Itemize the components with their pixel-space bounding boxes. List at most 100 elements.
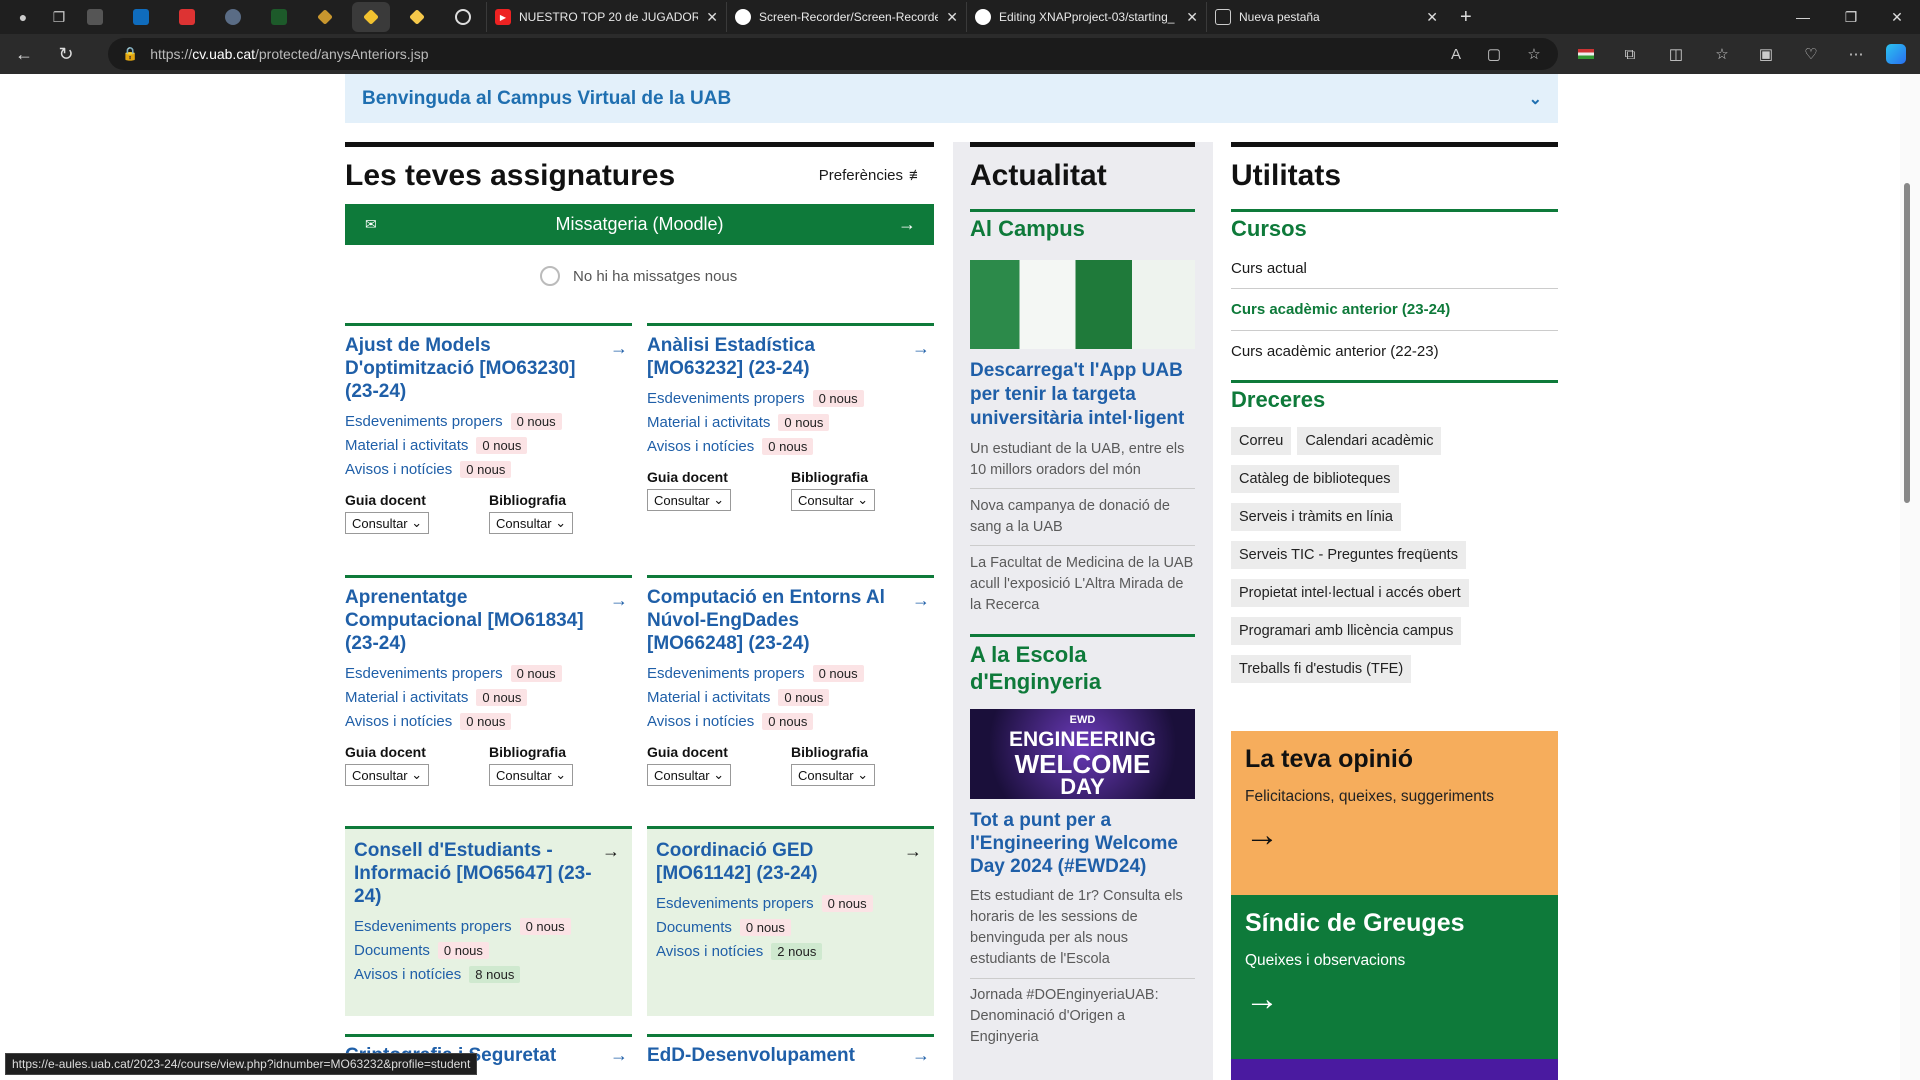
bibliografia-dropdown[interactable]: Consultar ⌄ (791, 489, 876, 511)
course-news[interactable]: Avisos i notícies 2 nous (656, 943, 926, 960)
close-icon[interactable]: ✕ (706, 9, 718, 26)
course-card-info[interactable]: Coordinació GED [MO61142] (23-24) → Esde… (647, 826, 934, 1016)
course-card[interactable]: Anàlisi Estadística [MO63232] (23-24) → E… (647, 323, 934, 511)
previous-course-22-23-link[interactable]: Curs acadèmic anterior (22-23) (1231, 331, 1558, 360)
news-item[interactable]: Un estudiant de la UAB, entre els 10 mil… (970, 439, 1195, 489)
course-material[interactable]: Material i activitats 0 nous (647, 414, 934, 431)
moodle-messaging-button[interactable]: ✉ Missatgeria (Moodle) → (345, 204, 934, 245)
course-title[interactable]: EdD-Desenvolupament (647, 1044, 897, 1067)
news-item[interactable]: Ets estudiant de 1r? Consulta els horari… (970, 886, 1195, 979)
course-title[interactable]: Computació en Entorns Al Núvol-EngDades … (647, 586, 897, 655)
course-card[interactable]: EdD-Desenvolupament → (647, 1034, 934, 1067)
course-card-info[interactable]: Consell d'Estudiants - Informació [MO656… (345, 826, 632, 1016)
course-events[interactable]: Esdeveniments propers 0 nous (345, 665, 632, 682)
news-item[interactable]: Nova campanya de donació de sang a la UA… (970, 489, 1195, 546)
arrow-right-icon[interactable]: → (602, 841, 620, 862)
shortcut-calendar[interactable]: Calendari acadèmic (1297, 427, 1442, 455)
course-news[interactable]: Avisos i notícies 8 nous (354, 966, 624, 983)
course-card[interactable]: Ajust de Models D'optimització [MO63230]… (345, 323, 632, 534)
tab-github-2[interactable]: Editing XNAPproject-03/starting_ ✕ (966, 2, 1206, 32)
arrow-right-icon[interactable]: → (610, 1045, 628, 1066)
arrow-right-icon[interactable]: → (912, 338, 930, 359)
favorite-star-icon[interactable]: ☆ (1518, 38, 1550, 70)
pinned-tab-3[interactable] (214, 2, 252, 32)
browser-essentials-icon[interactable]: ♡ (1795, 38, 1827, 70)
more-menu-icon[interactable]: ⋯ (1840, 38, 1872, 70)
course-title[interactable]: Anàlisi Estadística [MO63232] (23-24) (647, 334, 897, 380)
shortcut-online-services[interactable]: Serveis i tràmits en línia (1231, 503, 1401, 531)
news-item[interactable]: Jornada #DOEnginyeriaUAB: Denominació d'… (970, 979, 1195, 1048)
ewd-image[interactable]: EWD ENGINEERING WELCOME DAY (970, 709, 1195, 799)
workspaces-icon[interactable]: ❐ (46, 4, 72, 30)
arrow-right-icon[interactable]: → (904, 841, 922, 862)
course-news[interactable]: Avisos i notícies 0 nous (647, 438, 934, 455)
course-events[interactable]: Esdeveniments propers 0 nous (647, 665, 934, 682)
split-screen-icon[interactable]: ◫ (1660, 38, 1692, 70)
tab-github-1[interactable]: Screen-Recorder/Screen-Recorde ✕ (726, 2, 966, 32)
extensions-icon[interactable]: ⧉ (1614, 38, 1646, 70)
tab-youtube[interactable]: ▶ NUESTRO TOP 20 de JUGADORES ✕ (486, 2, 726, 32)
course-material[interactable]: Material i activitats 0 nous (345, 689, 632, 706)
shortcut-tfe[interactable]: Treballs fi d'estudis (TFE) (1231, 655, 1412, 683)
pinned-tab-5[interactable] (398, 2, 436, 32)
course-documents[interactable]: Documents 0 nous (656, 919, 926, 936)
read-aloud-icon[interactable]: A (1440, 38, 1472, 70)
shortcut-tic-faq[interactable]: Serveis TIC - Preguntes freqüents (1231, 541, 1466, 569)
shortcut-mail[interactable]: Correu (1231, 427, 1292, 455)
shortcut-intellectual-property[interactable]: Propietat intel·lectual i accés obert (1231, 579, 1469, 607)
current-course-link[interactable]: Curs actual (1231, 260, 1558, 289)
scrollbar-thumb[interactable] (1904, 183, 1910, 503)
uab-app-image[interactable] (970, 260, 1195, 349)
pinned-tab-1[interactable] (76, 2, 114, 32)
arrow-right-icon[interactable]: → (912, 590, 930, 611)
copilot-icon[interactable] (1880, 38, 1912, 70)
extension-flag-icon[interactable] (1570, 38, 1602, 70)
scrollbar[interactable] (1900, 74, 1920, 1080)
tab-new[interactable]: Nueva pestaña ✕ (1206, 2, 1446, 32)
collections-icon[interactable]: ▣ (1750, 38, 1782, 70)
course-title[interactable]: Consell d'Estudiants - Informació [MO656… (354, 839, 604, 908)
guia-docent-dropdown[interactable]: Consultar ⌄ (345, 764, 430, 786)
back-icon[interactable]: ← (6, 38, 42, 70)
course-card[interactable]: Computació en Entorns Al Núvol-EngDades … (647, 575, 934, 786)
course-news[interactable]: Avisos i notícies 0 nous (647, 713, 934, 730)
restore-button[interactable]: ❐ (1828, 0, 1874, 34)
previous-course-23-24-link[interactable]: Curs acadèmic anterior (23-24) (1231, 289, 1558, 331)
minimize-button[interactable]: — (1780, 0, 1826, 34)
immersive-reader-icon[interactable]: ▢ (1478, 38, 1510, 70)
course-news[interactable]: Avisos i notícies 0 nous (345, 713, 632, 730)
course-events[interactable]: Esdeveniments propers 0 nous (656, 895, 926, 912)
news-headline[interactable]: Descarrega't l'App UAB per tenir la targ… (970, 359, 1195, 431)
ombudsman-card[interactable]: Síndic de Greuges Queixes i observacions… (1231, 895, 1558, 1059)
pinned-tab-uab[interactable] (260, 2, 298, 32)
chevron-down-icon[interactable]: ⌄ (1529, 89, 1542, 109)
pinned-tab-outlook[interactable] (122, 2, 160, 32)
guia-docent-dropdown[interactable]: Consultar ⌄ (647, 489, 732, 511)
close-icon[interactable]: ✕ (946, 9, 958, 26)
bibliografia-dropdown[interactable]: Consultar ⌄ (489, 512, 574, 534)
favorites-icon[interactable]: ☆ (1706, 38, 1738, 70)
guia-docent-dropdown[interactable]: Consultar ⌄ (345, 512, 430, 534)
arrow-right-icon[interactable]: → (610, 590, 628, 611)
course-title[interactable]: Ajust de Models D'optimització [MO63230]… (345, 334, 595, 403)
shortcut-software[interactable]: Programari amb llicència campus (1231, 617, 1462, 645)
pinned-tab-4[interactable] (306, 2, 344, 32)
course-news[interactable]: Avisos i notícies 0 nous (345, 461, 632, 478)
feedback-card[interactable]: La teva opinió Felicitacions, queixes, s… (1231, 731, 1558, 895)
bibliografia-dropdown[interactable]: Consultar ⌄ (791, 764, 876, 786)
pinned-tab-active[interactable] (352, 2, 390, 32)
next-card[interactable] (1231, 1059, 1558, 1080)
close-window-button[interactable]: ✕ (1874, 0, 1920, 34)
refresh-icon[interactable]: ↻ (48, 38, 84, 70)
course-card[interactable]: Aprenentatge Computacional [MO61834] (23… (345, 575, 632, 786)
news-item[interactable]: La Facultat de Medicina de la UAB acull … (970, 546, 1195, 616)
arrow-right-icon[interactable]: → (610, 338, 628, 359)
course-events[interactable]: Esdeveniments propers 0 nous (647, 390, 934, 407)
arrow-right-icon[interactable]: → (912, 1045, 930, 1066)
course-events[interactable]: Esdeveniments propers 0 nous (345, 413, 632, 430)
shortcut-library[interactable]: Catàleg de biblioteques (1231, 465, 1399, 493)
preferences-button[interactable]: Preferències ≢ (819, 167, 924, 184)
pinned-tab-2[interactable] (168, 2, 206, 32)
url-field[interactable]: 🔒 https://cv.uab.cat/protected/anysAnter… (108, 38, 1558, 70)
course-material[interactable]: Material i activitats 0 nous (345, 437, 632, 454)
